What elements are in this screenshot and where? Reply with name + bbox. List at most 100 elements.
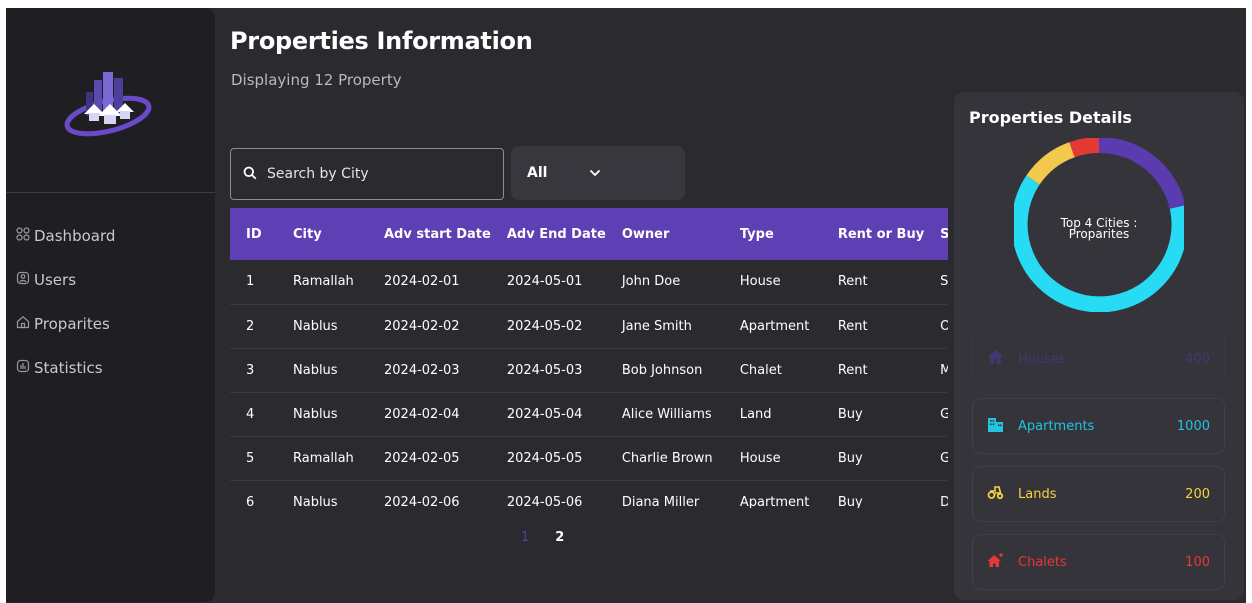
cell-end-date: 2024-05-01 bbox=[506, 274, 583, 290]
donut-center-label: Top 4 Cities : Proparites bbox=[1014, 217, 1184, 241]
sidebar-divider bbox=[6, 192, 215, 193]
search-icon bbox=[243, 165, 267, 184]
cell-start-date: 2024-02-05 bbox=[384, 450, 460, 466]
cell-truncated: M bbox=[940, 362, 948, 378]
column-header-start-date[interactable]: Adv start Date bbox=[368, 208, 491, 260]
cell-end-date: 2024-05-06 bbox=[506, 494, 583, 509]
table-row[interactable]: 5 Ramallah 2024-02-05 2024-05-05 Charlie… bbox=[230, 436, 948, 480]
stat-card-label: Lands bbox=[1018, 486, 1057, 502]
column-header-rent-or-buy[interactable]: Rent or Buy bbox=[822, 208, 924, 260]
cell-rent-or-buy: Buy bbox=[837, 494, 863, 509]
stat-card-houses[interactable]: Houses 400 bbox=[972, 331, 1225, 387]
column-header-end-date[interactable]: Adv End Date bbox=[491, 208, 606, 260]
cell-owner: Alice Williams bbox=[621, 406, 712, 422]
sidebar-item-label: Users bbox=[34, 271, 77, 289]
sidebar-item-users[interactable]: Users bbox=[16, 258, 115, 302]
sidebar: Dashboard Users Proparites Statistics bbox=[6, 8, 215, 602]
cell-end-date: 2024-05-04 bbox=[506, 406, 583, 422]
stat-card-label: Houses bbox=[1018, 351, 1066, 367]
cell-rent-or-buy: Rent bbox=[837, 362, 868, 378]
cell-start-date: 2024-02-02 bbox=[384, 318, 460, 334]
cell-city: Ramallah bbox=[293, 274, 354, 290]
donut-segment-lands bbox=[1026, 142, 1076, 185]
cell-end-date: 2024-05-02 bbox=[506, 318, 583, 334]
cell-city: Ramallah bbox=[293, 450, 354, 466]
page-button-2[interactable]: 2 bbox=[555, 530, 564, 545]
stat-card-chalets[interactable]: Chalets 100 bbox=[972, 534, 1225, 590]
table-row[interactable]: 6 Nablus 2024-02-06 2024-05-06 Diana Mil… bbox=[230, 480, 948, 509]
city-filter-select[interactable]: All bbox=[511, 146, 685, 200]
donut-label-line-2: Proparites bbox=[1068, 227, 1130, 241]
column-header-owner[interactable]: Owner bbox=[606, 208, 724, 260]
cell-city: Nablus bbox=[293, 406, 338, 422]
cell-owner: Charlie Brown bbox=[621, 450, 713, 466]
sidebar-nav: Dashboard Users Proparites Statistics bbox=[16, 214, 115, 390]
cell-truncated: G bbox=[940, 450, 948, 466]
cell-end-date: 2024-05-05 bbox=[506, 450, 583, 466]
search-box bbox=[230, 148, 504, 200]
donut-segment-apartments bbox=[1014, 175, 1184, 312]
table-row[interactable]: 4 Nablus 2024-02-04 2024-05-04 Alice Wil… bbox=[230, 392, 948, 436]
cell-id: 2 bbox=[246, 318, 255, 334]
sidebar-item-label: Statistics bbox=[34, 359, 103, 377]
cell-start-date: 2024-02-06 bbox=[384, 494, 460, 509]
home-icon bbox=[16, 315, 34, 333]
column-header-id[interactable]: ID bbox=[230, 208, 277, 260]
column-header-type[interactable]: Type bbox=[724, 208, 822, 260]
chart-icon bbox=[16, 359, 34, 377]
table-row[interactable]: 1 Ramallah 2024-02-01 2024-05-01 John Do… bbox=[230, 260, 948, 304]
cell-owner: Jane Smith bbox=[621, 318, 692, 334]
page-button-1[interactable]: 1 bbox=[521, 530, 529, 545]
cell-type: Chalet bbox=[739, 362, 782, 378]
stat-card-value: 400 bbox=[1185, 351, 1210, 367]
app-window: Dashboard Users Proparites Statistics Pr… bbox=[6, 8, 1246, 603]
pagination: 1 2 bbox=[521, 530, 564, 545]
table-row[interactable]: 2 Nablus 2024-02-02 2024-05-02 Jane Smit… bbox=[230, 304, 948, 348]
cell-owner: Diana Miller bbox=[621, 494, 700, 509]
chalet-icon bbox=[987, 552, 1018, 572]
stat-card-value: 200 bbox=[1185, 486, 1210, 502]
cell-id: 3 bbox=[246, 362, 255, 378]
cell-city: Nablus bbox=[293, 494, 338, 509]
cell-type: Land bbox=[739, 406, 772, 422]
stat-card-lands[interactable]: Lands 200 bbox=[972, 466, 1225, 522]
panel-title: Properties Details bbox=[969, 108, 1132, 127]
table-row[interactable]: 3 Nablus 2024-02-03 2024-05-03 Bob Johns… bbox=[230, 348, 948, 392]
cell-type: Apartment bbox=[739, 494, 810, 509]
column-header-truncated[interactable]: S bbox=[924, 208, 948, 260]
column-header-city[interactable]: City bbox=[277, 208, 368, 260]
tractor-icon bbox=[987, 484, 1018, 504]
sidebar-item-label: Proparites bbox=[34, 315, 110, 333]
properties-table: ID City Adv start Date Adv End Date Owne… bbox=[230, 208, 948, 508]
cell-id: 5 bbox=[246, 450, 255, 466]
cell-rent-or-buy: Buy bbox=[837, 406, 863, 422]
cell-rent-or-buy: Buy bbox=[837, 450, 863, 466]
stat-card-apartments[interactable]: Apartments 1000 bbox=[972, 398, 1225, 454]
table-header-row: ID City Adv start Date Adv End Date Owne… bbox=[230, 208, 948, 260]
donut-segment-chalets bbox=[1069, 138, 1100, 158]
cell-truncated: D bbox=[940, 494, 948, 509]
cell-id: 1 bbox=[246, 274, 255, 290]
sidebar-item-dashboard[interactable]: Dashboard bbox=[16, 214, 115, 258]
cell-start-date: 2024-02-03 bbox=[384, 362, 460, 378]
filter-selected-value: All bbox=[527, 165, 548, 181]
cell-end-date: 2024-05-03 bbox=[506, 362, 583, 378]
chevron-down-icon bbox=[547, 165, 601, 181]
cell-type: House bbox=[739, 274, 781, 290]
cell-rent-or-buy: Rent bbox=[837, 318, 868, 334]
house-icon bbox=[987, 349, 1018, 369]
sidebar-item-proparites[interactable]: Proparites bbox=[16, 302, 115, 346]
stat-card-value: 100 bbox=[1185, 554, 1210, 570]
building-icon bbox=[987, 416, 1018, 436]
cell-owner: John Doe bbox=[621, 274, 681, 290]
logo bbox=[64, 70, 158, 140]
donut-segment-houses bbox=[1098, 138, 1184, 209]
cell-id: 6 bbox=[246, 494, 255, 509]
page-title: Properties Information bbox=[230, 27, 533, 55]
cell-city: Nablus bbox=[293, 318, 338, 334]
search-input[interactable] bbox=[267, 166, 487, 182]
cell-owner: Bob Johnson bbox=[621, 362, 703, 378]
sidebar-item-statistics[interactable]: Statistics bbox=[16, 346, 115, 390]
cell-start-date: 2024-02-01 bbox=[384, 274, 460, 290]
stat-card-value: 1000 bbox=[1176, 418, 1210, 434]
